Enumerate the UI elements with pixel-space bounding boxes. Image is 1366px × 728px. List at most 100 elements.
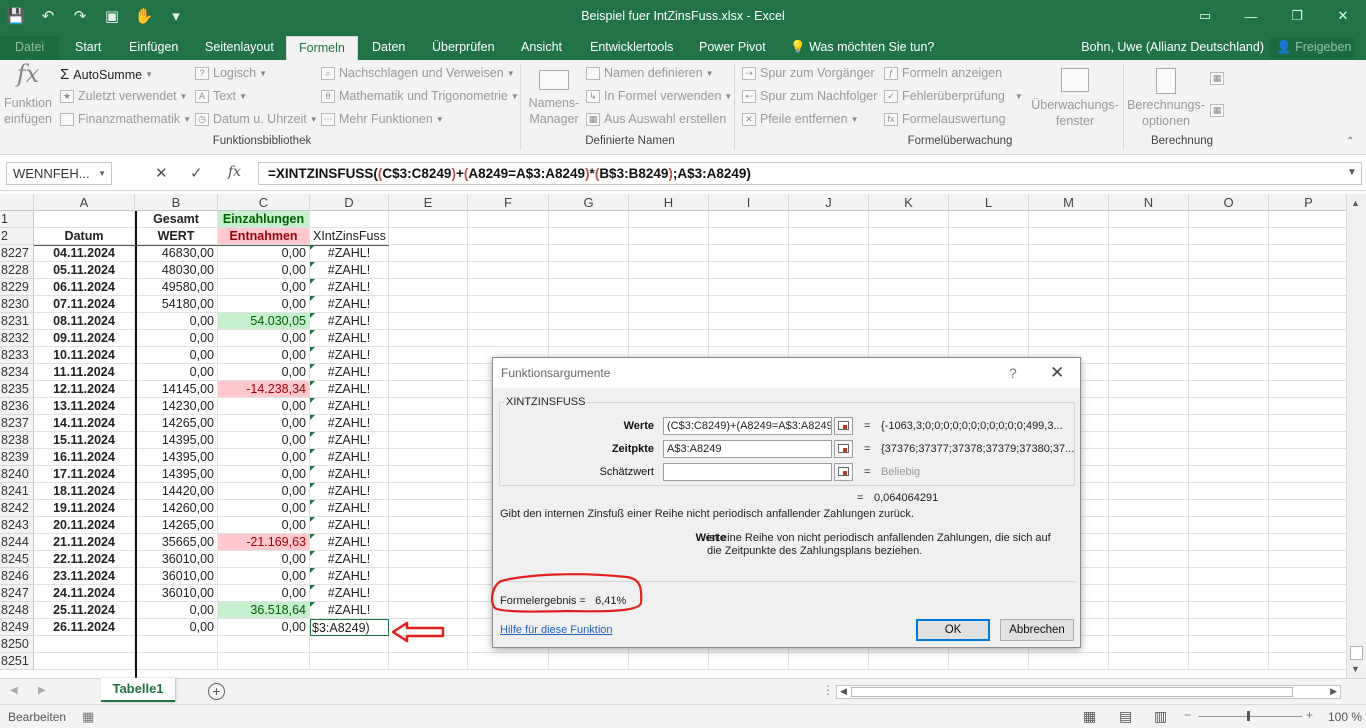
cell[interactable]: [709, 296, 789, 313]
value-cell[interactable]: 14260,00: [135, 500, 218, 517]
cell[interactable]: [310, 636, 389, 653]
row-header[interactable]: 8227: [0, 245, 34, 262]
xintzinsfuss-cell[interactable]: #ZAHL!: [310, 534, 389, 551]
zeitpkte-input[interactable]: A$3:A8249: [663, 440, 832, 458]
flow-cell[interactable]: 0,00: [218, 517, 310, 534]
next-sheet-icon[interactable]: ▶: [38, 685, 46, 696]
cell[interactable]: [1269, 262, 1346, 279]
horizontal-scroll-thumb[interactable]: [851, 687, 1293, 697]
cell[interactable]: [949, 653, 1029, 670]
range-select-button[interactable]: [834, 417, 853, 435]
cell[interactable]: [1189, 636, 1269, 653]
row-header[interactable]: 8234: [0, 364, 34, 381]
cell[interactable]: [1109, 636, 1189, 653]
cell[interactable]: [629, 279, 709, 296]
cell[interactable]: [389, 211, 468, 228]
flow-cell[interactable]: 0,00: [218, 432, 310, 449]
cell[interactable]: [389, 364, 468, 381]
scroll-left-icon[interactable]: ◀: [840, 686, 847, 697]
cell[interactable]: [468, 245, 549, 262]
cell[interactable]: [1269, 381, 1346, 398]
cell[interactable]: [1269, 398, 1346, 415]
cell[interactable]: [1109, 466, 1189, 483]
header-xintzinsfuss[interactable]: XIntZinsFuss: [310, 228, 389, 245]
row-header[interactable]: 8244: [0, 534, 34, 551]
cell[interactable]: [1189, 449, 1269, 466]
evaluate-formula-button[interactable]: fx Formelauswertung: [884, 112, 1006, 126]
value-cell[interactable]: [135, 653, 218, 670]
cell[interactable]: [1189, 585, 1269, 602]
cell[interactable]: [1029, 279, 1109, 296]
cell[interactable]: [389, 313, 468, 330]
cell[interactable]: [389, 279, 468, 296]
cell[interactable]: [1029, 653, 1109, 670]
cell[interactable]: [1269, 636, 1346, 653]
value-cell[interactable]: 35665,00: [135, 534, 218, 551]
tab-formeln[interactable]: Formeln: [286, 36, 358, 60]
cell[interactable]: [789, 211, 869, 228]
date-cell[interactable]: 21.11.2024: [34, 534, 135, 551]
logical-button[interactable]: ? Logisch ▼: [195, 66, 267, 80]
cell[interactable]: [1189, 245, 1269, 262]
xintzinsfuss-cell[interactable]: #ZAHL!: [310, 364, 389, 381]
value-cell[interactable]: 0,00: [135, 364, 218, 381]
cell[interactable]: [1189, 500, 1269, 517]
vertical-scrollbar[interactable]: ▲ ▼: [1346, 194, 1366, 678]
cell[interactable]: [1269, 483, 1346, 500]
sheet-tab-tabelle1[interactable]: Tabelle1: [101, 678, 175, 702]
xintzinsfuss-cell[interactable]: #ZAHL!: [310, 466, 389, 483]
tab-seitenlayout[interactable]: Seitenlayout: [205, 36, 274, 60]
cell[interactable]: [1189, 296, 1269, 313]
flow-cell[interactable]: 0,00: [218, 245, 310, 262]
cell[interactable]: [1269, 364, 1346, 381]
cell[interactable]: [1189, 551, 1269, 568]
row-header[interactable]: 8239: [0, 449, 34, 466]
cell[interactable]: [389, 500, 468, 517]
cell[interactable]: [1269, 534, 1346, 551]
date-cell[interactable]: 10.11.2024: [34, 347, 135, 364]
cell[interactable]: [1189, 398, 1269, 415]
value-cell[interactable]: 14230,00: [135, 398, 218, 415]
xintzinsfuss-cell[interactable]: #ZAHL!: [310, 449, 389, 466]
cell[interactable]: [1109, 364, 1189, 381]
remove-arrows-button[interactable]: ✕ Pfeile entfernen ▼: [742, 112, 858, 126]
minimize-button[interactable]: —: [1228, 0, 1274, 32]
flow-cell[interactable]: 0,00: [218, 296, 310, 313]
flow-cell[interactable]: 0,00: [218, 449, 310, 466]
enter-icon[interactable]: ✓: [190, 164, 203, 182]
cell[interactable]: [869, 211, 949, 228]
column-header-j[interactable]: J: [789, 194, 869, 211]
cell[interactable]: [310, 211, 389, 228]
calculate-sheet-button[interactable]: ▦: [1210, 104, 1228, 117]
value-cell[interactable]: 36010,00: [135, 585, 218, 602]
tab-ueberpruefen[interactable]: Überprüfen: [432, 36, 495, 60]
cell[interactable]: [1029, 313, 1109, 330]
xintzinsfuss-cell[interactable]: #ZAHL!: [310, 602, 389, 619]
cell[interactable]: [1189, 381, 1269, 398]
date-cell[interactable]: 24.11.2024: [34, 585, 135, 602]
flow-cell[interactable]: 0,00: [218, 347, 310, 364]
cell[interactable]: [709, 262, 789, 279]
cell[interactable]: [1269, 500, 1346, 517]
cell[interactable]: [1269, 296, 1346, 313]
flow-cell[interactable]: 0,00: [218, 483, 310, 500]
cell[interactable]: [949, 296, 1029, 313]
header-gesamt[interactable]: Gesamt: [135, 211, 218, 228]
cell[interactable]: [1269, 517, 1346, 534]
insert-function-icon[interactable]: fx: [228, 164, 241, 180]
prev-sheet-icon[interactable]: ◀: [10, 685, 18, 696]
insert-function-button[interactable]: fx Funktion einfügen: [4, 62, 52, 127]
tab-datei[interactable]: Datei: [0, 36, 60, 60]
xintzinsfuss-cell[interactable]: #ZAHL!: [310, 262, 389, 279]
cell[interactable]: [1029, 245, 1109, 262]
row-header[interactable]: 8248: [0, 602, 34, 619]
xintzinsfuss-cell[interactable]: #ZAHL!: [310, 398, 389, 415]
row-header[interactable]: 8247: [0, 585, 34, 602]
cell[interactable]: [1109, 517, 1189, 534]
range-select-button[interactable]: [834, 463, 853, 481]
cell[interactable]: [1269, 347, 1346, 364]
column-header-i[interactable]: I: [709, 194, 789, 211]
flow-cell[interactable]: 0,00: [218, 500, 310, 517]
financial-button[interactable]: Finanzmathematik ▼: [60, 112, 191, 126]
date-cell[interactable]: 18.11.2024: [34, 483, 135, 500]
